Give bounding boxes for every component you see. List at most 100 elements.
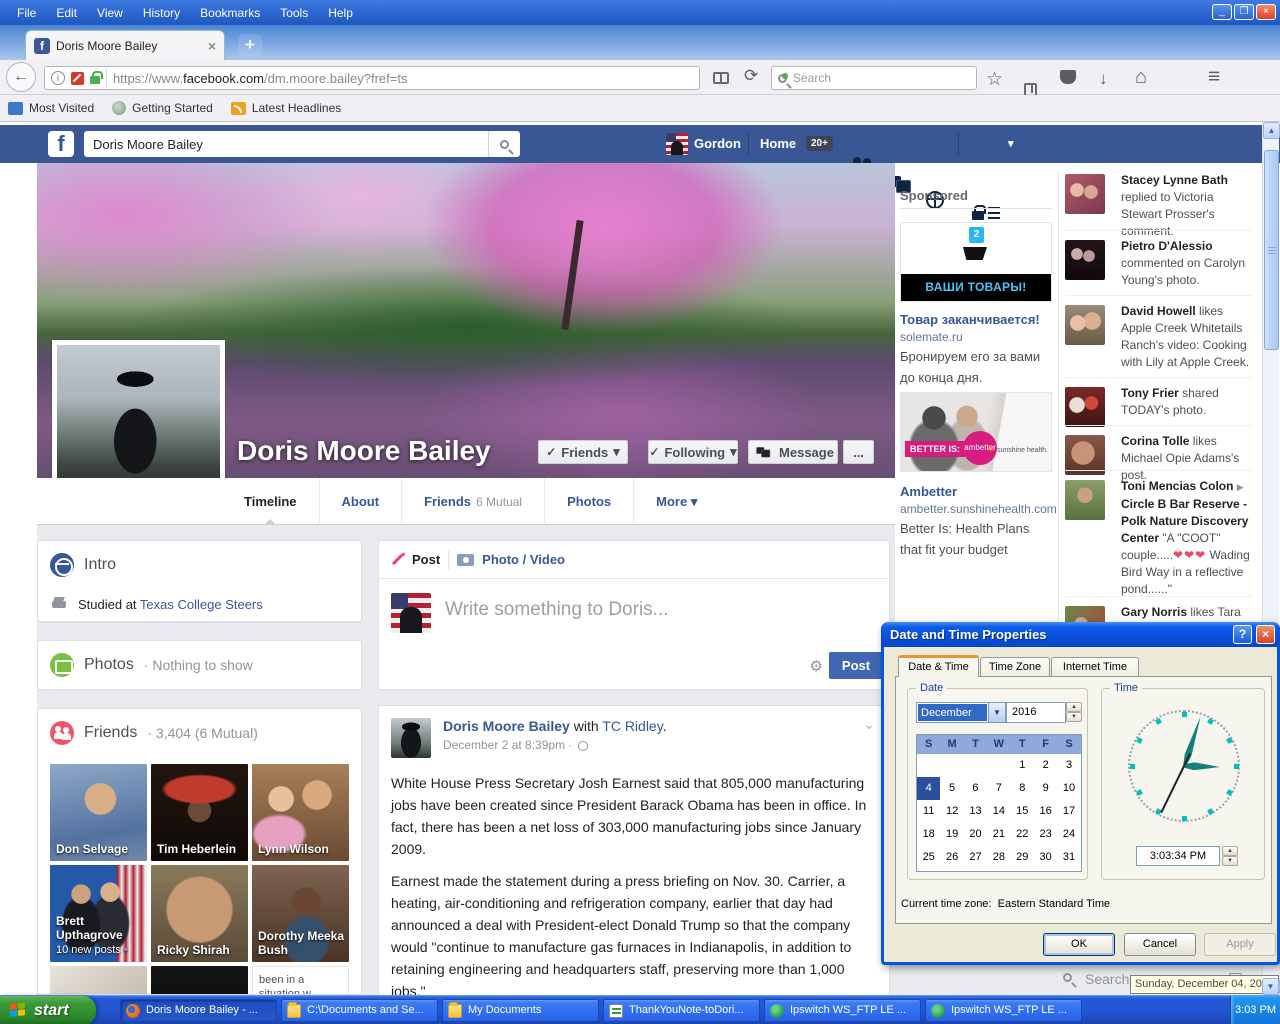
cancel-button[interactable]: Cancel <box>1124 933 1196 956</box>
spin-up-icon[interactable]: ▲ <box>1222 846 1238 856</box>
month-dropdown[interactable]: December ▼ <box>916 702 1006 723</box>
tab-date-time[interactable]: Date & Time <box>898 655 979 677</box>
downloads-icon[interactable]: ↓ <box>1099 69 1108 89</box>
calendar-day[interactable]: 1 <box>1011 754 1034 777</box>
post-tagged-link[interactable]: TC Ridley <box>602 718 662 734</box>
taskbar-task-ftp[interactable]: Ipswitch WS_FTP LE ... <box>764 999 921 1022</box>
calendar-day[interactable]: 9 <box>1034 777 1057 800</box>
menu-history[interactable]: History <box>134 3 189 23</box>
school-link[interactable]: Texas College Steers <box>140 597 263 612</box>
post-menu-chevron-icon[interactable]: ⌄ <box>863 716 875 733</box>
bookmark-most-visited[interactable]: Most Visited <box>8 101 94 115</box>
account-caret-icon[interactable]: ▾ <box>1008 131 1014 157</box>
calendar-day[interactable]: 22 <box>1011 823 1034 846</box>
ticker-item[interactable]: Gary Norris likes Tara <box>1065 604 1255 621</box>
reload-icon[interactable]: ⟳ <box>744 66 758 86</box>
calendar-day[interactable]: 6 <box>964 777 987 800</box>
menu-tools[interactable]: Tools <box>271 3 317 23</box>
back-button[interactable]: ← <box>6 62 36 92</box>
calendar-day[interactable]: 7 <box>987 777 1010 800</box>
minimize-button[interactable]: _ <box>1212 4 1232 20</box>
dialog-help-button[interactable]: ? <box>1233 625 1252 644</box>
tab-time-zone[interactable]: Time Zone <box>980 657 1050 677</box>
pocket-icon[interactable] <box>1060 70 1076 84</box>
following-button[interactable]: ✓Following▾ <box>648 440 738 464</box>
calendar-day[interactable] <box>917 754 940 777</box>
dropdown-arrow-icon[interactable]: ▼ <box>988 703 1005 722</box>
calendar-day[interactable]: 19 <box>940 823 963 846</box>
calendar-day[interactable]: 18 <box>917 823 940 846</box>
calendar-day[interactable]: 2 <box>1034 754 1057 777</box>
privacy-shortcuts-icon[interactable] <box>972 211 984 220</box>
friend-tile[interactable]: Don Selvage <box>50 764 147 861</box>
year-spinner[interactable]: ▲▼ <box>1066 702 1082 722</box>
nav-profile-link[interactable]: Gordon <box>694 131 741 157</box>
facebook-search-button[interactable] <box>488 131 520 157</box>
bookmark-latest-headlines[interactable]: Latest Headlines <box>231 101 341 115</box>
calendar-day[interactable] <box>987 754 1010 777</box>
friend-tile[interactable] <box>50 966 147 995</box>
tab-timeline[interactable]: Timeline <box>222 478 319 525</box>
taskbar-task-my-documents[interactable]: My Documents <box>442 999 599 1022</box>
time-spinner[interactable]: ▲▼ <box>1222 846 1238 866</box>
chat-search-placeholder[interactable]: Search <box>1085 971 1129 987</box>
calendar-day[interactable]: 24 <box>1057 823 1080 846</box>
calendar-day[interactable]: 5 <box>940 777 963 800</box>
calendar-day[interactable]: 30 <box>1034 846 1057 869</box>
site-info-icon[interactable]: i <box>51 71 65 85</box>
home-icon[interactable]: ⌂ <box>1135 66 1147 89</box>
taskbar-task-explorer[interactable]: C:\Documents and Se... <box>281 999 438 1022</box>
reader-mode-icon[interactable] <box>713 72 729 84</box>
url-text[interactable]: https://www.facebook.com/dm.moore.bailey… <box>113 71 407 86</box>
calendar-day[interactable]: 8 <box>1011 777 1034 800</box>
bookmark-getting-started[interactable]: Getting Started <box>112 101 213 115</box>
composer-tab-post[interactable]: Post <box>412 552 440 567</box>
maximize-button[interactable]: ❐ <box>1234 4 1254 20</box>
calendar-day[interactable]: 10 <box>1057 777 1080 800</box>
ad-title-link[interactable]: Ambetter <box>900 484 957 499</box>
calendar-day[interactable]: 23 <box>1034 823 1057 846</box>
dialog-titlebar[interactable]: Date and Time Properties <box>881 622 1280 647</box>
calendar-day[interactable] <box>940 754 963 777</box>
ok-button[interactable]: OK <box>1043 933 1115 956</box>
calendar-day[interactable]: 16 <box>1034 800 1057 823</box>
time-field[interactable]: 3:03:34 PM <box>1136 846 1220 866</box>
new-tab-button[interactable]: + <box>238 34 262 56</box>
ticker-item[interactable]: Pietro D'Alessio commented on Carolyn Yo… <box>1065 238 1255 289</box>
menu-bookmarks[interactable]: Bookmarks <box>191 3 269 23</box>
taskbar-task-document[interactable]: ThankYouNote-toDori... <box>603 999 760 1022</box>
tab-about[interactable]: About <box>319 478 402 525</box>
menu-file[interactable]: File <box>8 3 45 23</box>
ticker-item[interactable]: David Howell likes Apple Creek Whitetail… <box>1065 303 1255 371</box>
friend-tile[interactable]: Tim Heberlein <box>151 764 248 861</box>
hamburger-menu-icon[interactable]: ≡ <box>1208 65 1220 89</box>
spin-down-icon[interactable]: ▼ <box>1066 712 1082 722</box>
calendar-day[interactable]: 17 <box>1057 800 1080 823</box>
facebook-logo[interactable]: f <box>48 131 74 157</box>
friend-tile[interactable]: Ricky Shirah <box>151 865 248 962</box>
url-bar[interactable]: i https://www.facebook.com/dm.moore.bail… <box>44 66 700 90</box>
menu-view[interactable]: View <box>88 3 132 23</box>
composer-placeholder[interactable]: Write something to Doris... <box>445 599 669 621</box>
menu-help[interactable]: Help <box>319 3 362 23</box>
calendar-day[interactable]: 29 <box>1011 846 1034 869</box>
bookmark-star-icon[interactable]: ☆ <box>986 68 1003 91</box>
calendar-day[interactable]: 26 <box>940 846 963 869</box>
menu-edit[interactable]: Edit <box>47 3 86 23</box>
tab-friends[interactable]: Friends6 Mutual <box>401 478 544 525</box>
more-options-button[interactable]: ... <box>843 440 874 464</box>
gear-icon[interactable]: ⚙ <box>810 657 823 675</box>
nav-home-link[interactable]: Home <box>760 131 796 157</box>
calendar-day[interactable]: 25 <box>917 846 940 869</box>
calendar-day[interactable]: 3 <box>1057 754 1080 777</box>
spin-up-icon[interactable]: ▲ <box>1066 702 1082 712</box>
calendar-day[interactable]: 27 <box>964 846 987 869</box>
adblock-icon[interactable] <box>71 72 84 85</box>
ticker-item[interactable]: Corina Tolle likes Michael Opie Adams's … <box>1065 433 1255 484</box>
user-avatar[interactable] <box>666 133 688 155</box>
friend-tile[interactable] <box>151 966 248 995</box>
close-button[interactable]: × <box>1256 4 1276 20</box>
ticker-item[interactable]: Toni Mencias Colon ▶ Circle B Bar Reserv… <box>1065 478 1255 598</box>
taskbar-task-ftp[interactable]: Ipswitch WS_FTP LE ... <box>925 999 1082 1022</box>
message-button[interactable]: Message <box>748 440 838 464</box>
